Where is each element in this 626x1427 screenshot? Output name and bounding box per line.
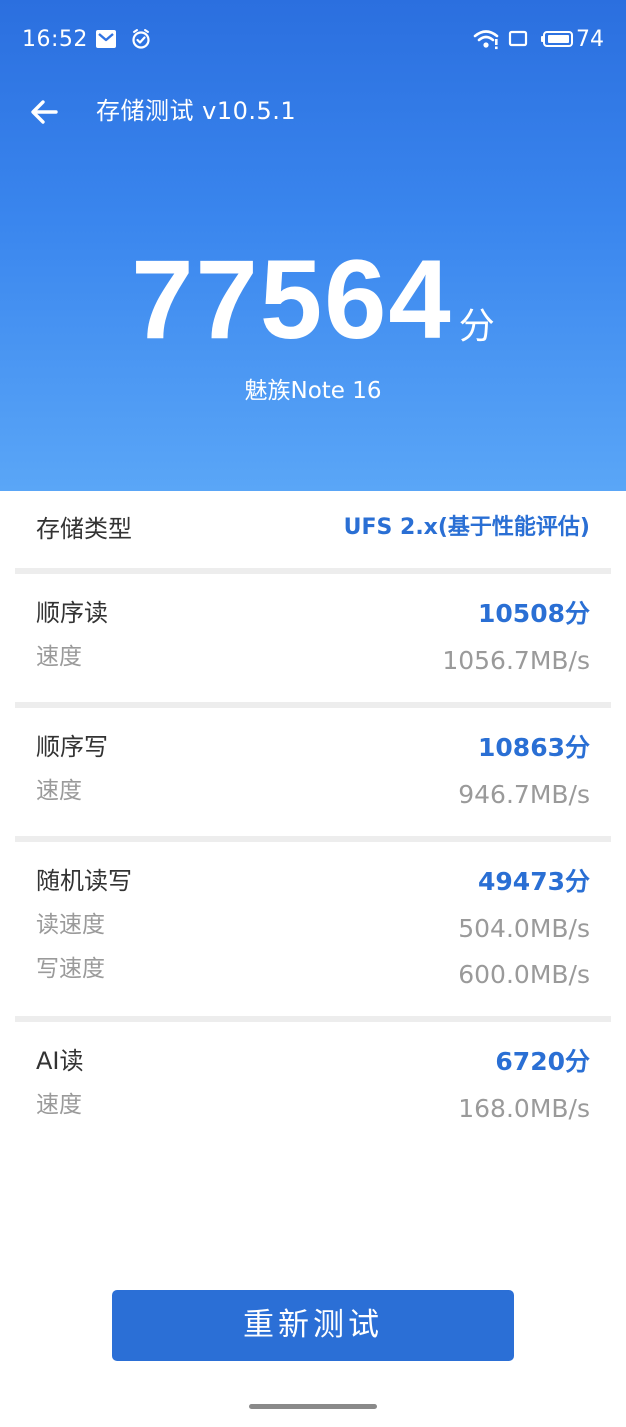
result-name: 顺序写 xyxy=(36,733,108,761)
status-bar: 16:52 74 xyxy=(0,0,626,80)
metric-label: 读速度 xyxy=(36,912,105,938)
result-name: 顺序读 xyxy=(36,599,108,627)
total-score-block: 77564 分 xyxy=(0,240,626,360)
back-button[interactable] xyxy=(26,94,64,130)
storage-type-label: 存储类型 xyxy=(36,515,132,543)
result-score: 10508分 xyxy=(478,599,590,628)
mail-icon xyxy=(96,30,116,48)
result-row-ai-read: AI读 6720分 速度 168.0MB/s xyxy=(15,1022,611,1152)
status-time: 16:52 xyxy=(22,27,88,52)
home-indicator[interactable] xyxy=(249,1404,377,1409)
alarm-icon xyxy=(132,29,150,49)
battery-level: 74 xyxy=(576,27,604,52)
storage-type-value: UFS 2.x(基于性能评估) xyxy=(343,515,590,540)
metric-label: 速度 xyxy=(36,644,82,670)
result-row-sequential-read: 顺序读 10508分 速度 1056.7MB/s xyxy=(15,574,611,708)
device-name: 魅族Note 16 xyxy=(244,378,382,404)
metric-value: 1056.7MB/s xyxy=(442,646,590,675)
metric-label: 速度 xyxy=(36,1092,82,1118)
metric-value: 946.7MB/s xyxy=(458,780,590,809)
wifi-icon xyxy=(473,30,499,50)
storage-type-row: 存储类型 UFS 2.x(基于性能评估) xyxy=(15,491,611,574)
result-score: 6720分 xyxy=(495,1047,590,1076)
result-name: 随机读写 xyxy=(36,867,132,895)
result-row-sequential-write: 顺序写 10863分 速度 946.7MB/s xyxy=(15,708,611,842)
metric-value: 168.0MB/s xyxy=(458,1094,590,1123)
battery-icon xyxy=(541,31,573,47)
app-bar: 存储测试 v10.5.1 xyxy=(0,80,626,144)
result-row-random-read-write: 随机读写 49473分 读速度 504.0MB/s 写速度 600.0MB/s xyxy=(15,842,611,1022)
result-list: 存储类型 UFS 2.x(基于性能评估) 顺序读 10508分 速度 1056.… xyxy=(15,491,611,1152)
result-name: AI读 xyxy=(36,1047,84,1075)
total-score: 77564 xyxy=(131,237,453,362)
metric-value: 600.0MB/s xyxy=(458,960,590,989)
page-title: 存储测试 v10.5.1 xyxy=(96,97,297,125)
metric-label: 速度 xyxy=(36,778,82,804)
score-unit: 分 xyxy=(458,306,495,347)
result-score: 49473分 xyxy=(478,867,590,896)
metric-value: 504.0MB/s xyxy=(458,914,590,943)
result-score: 10863分 xyxy=(478,733,590,762)
metric-label: 写速度 xyxy=(36,956,105,982)
retest-button[interactable]: 重新测试 xyxy=(112,1290,514,1361)
screen-icon xyxy=(508,30,528,47)
